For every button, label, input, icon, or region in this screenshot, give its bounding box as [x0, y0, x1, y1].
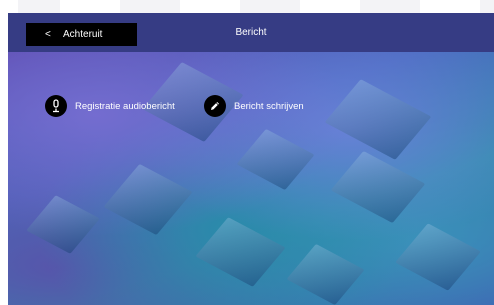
record-audio-message-label: Registratie audiobericht [75, 100, 175, 112]
write-message-label: Bericht schrijven [234, 100, 304, 112]
device-screen: Bericht < Achteruit Registratie audiober… [8, 13, 494, 305]
chevron-left-icon: < [45, 29, 51, 40]
top-bar: Bericht < Achteruit [8, 13, 494, 52]
microphone-icon [45, 95, 67, 117]
background-image [8, 52, 494, 305]
pencil-icon [204, 95, 226, 117]
page: Bericht < Achteruit Registratie audiober… [0, 0, 494, 305]
back-button[interactable]: < Achteruit [26, 23, 137, 46]
write-message-button[interactable]: Bericht schrijven [204, 95, 304, 117]
back-button-label: Achteruit [63, 29, 103, 40]
record-audio-message-button[interactable]: Registratie audiobericht [45, 95, 175, 117]
